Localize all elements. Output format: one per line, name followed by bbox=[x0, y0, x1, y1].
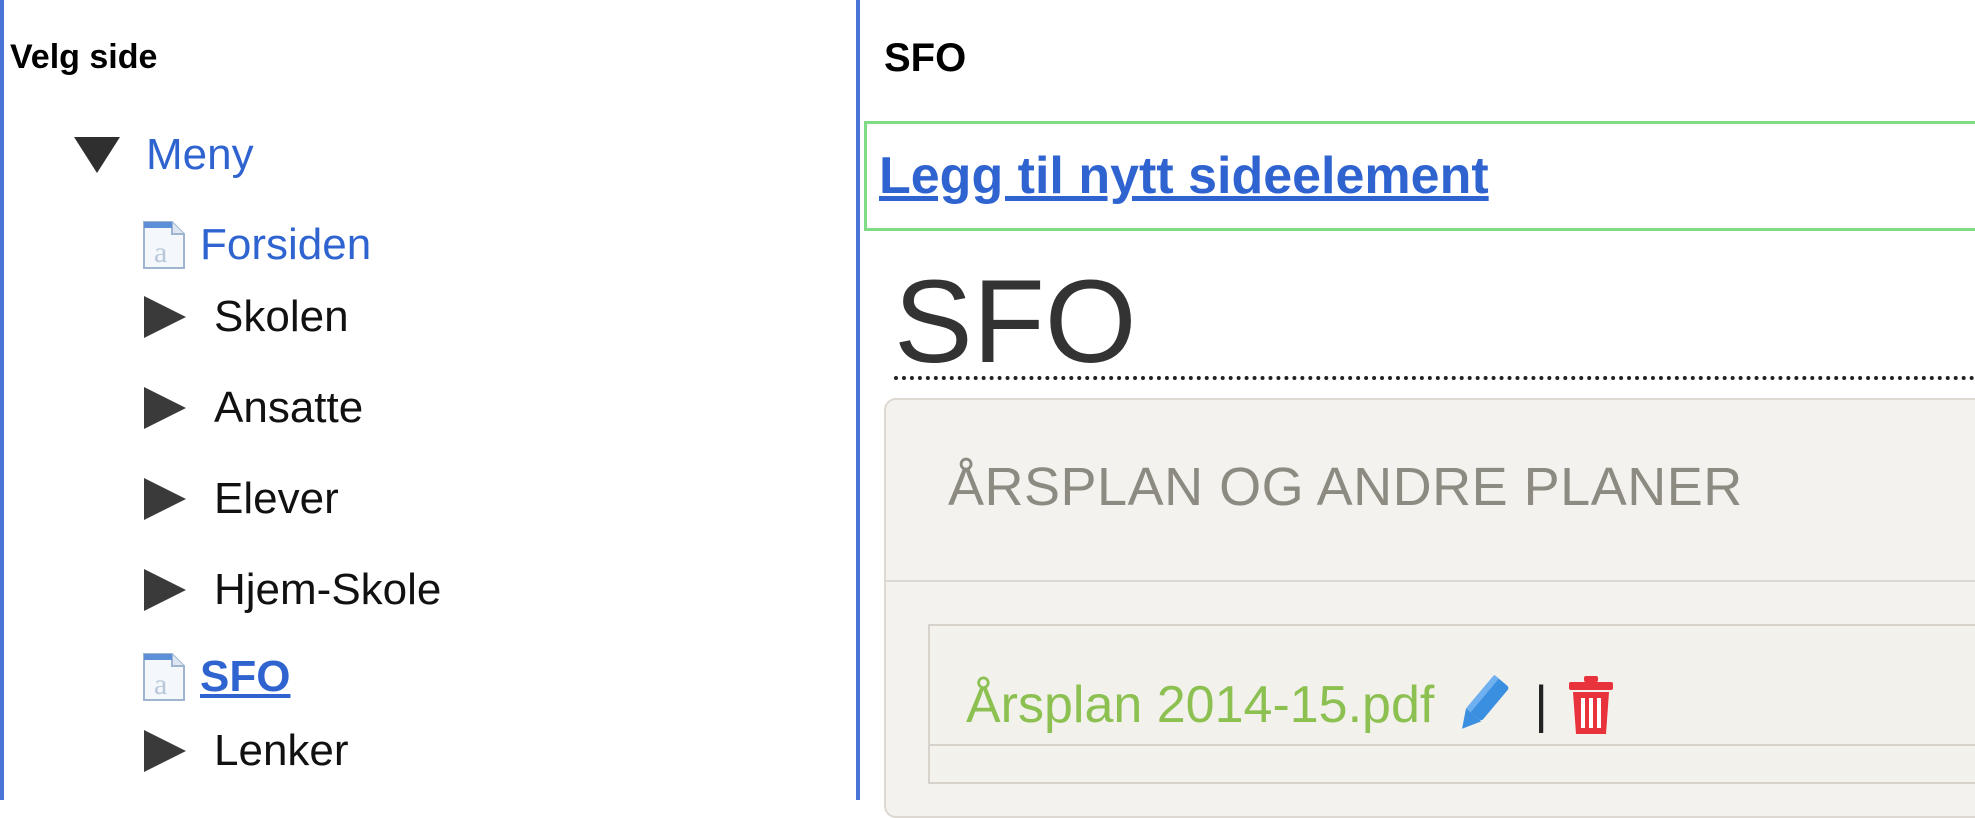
file-item-box: Årsplan 2014-15.pdf | bbox=[928, 624, 1975, 784]
tree-item-label[interactable]: Lenker bbox=[214, 726, 349, 776]
page-heading: SFO bbox=[894, 256, 1137, 388]
panel-title: Velg side bbox=[10, 38, 158, 76]
svg-text:a: a bbox=[154, 236, 167, 269]
file-row: Årsplan 2014-15.pdf | bbox=[966, 670, 1616, 740]
triangle-right-icon[interactable] bbox=[144, 730, 186, 772]
page-picker-panel: Velg side Meny a Forsiden Skolen Ansatte… bbox=[0, 0, 856, 800]
editor-title: SFO bbox=[884, 36, 967, 80]
triangle-right-icon[interactable] bbox=[144, 296, 186, 338]
tree-item-label[interactable]: Hjem-Skole bbox=[214, 565, 441, 615]
triangle-right-icon[interactable] bbox=[144, 478, 186, 520]
triangle-down-icon[interactable] bbox=[74, 137, 120, 173]
pencil-icon[interactable] bbox=[1452, 670, 1512, 740]
triangle-right-icon[interactable] bbox=[144, 387, 186, 429]
tree-item-elever[interactable]: Elever bbox=[144, 474, 339, 524]
file-link[interactable]: Årsplan 2014-15.pdf bbox=[966, 675, 1434, 735]
page-document-icon: a bbox=[142, 220, 186, 270]
tree-item-label[interactable]: Forsiden bbox=[200, 220, 371, 270]
tree-root-label[interactable]: Meny bbox=[146, 130, 254, 180]
tree-item-lenker[interactable]: Lenker bbox=[144, 726, 349, 776]
add-element-bar: Legg til nytt sideelement bbox=[864, 121, 1975, 231]
tree-item-ansatte[interactable]: Ansatte bbox=[144, 383, 363, 433]
tree-item-sfo[interactable]: a SFO bbox=[142, 652, 290, 702]
tree-item-skolen[interactable]: Skolen bbox=[144, 292, 349, 342]
section-panel: ÅRSPLAN OG ANDRE PLANER Årsplan 2014-15.… bbox=[884, 398, 1975, 818]
tree-item-label[interactable]: Skolen bbox=[214, 292, 349, 342]
page-document-icon: a bbox=[142, 652, 186, 702]
tree-root-meny[interactable]: Meny bbox=[74, 130, 254, 180]
tree-item-forsiden[interactable]: a Forsiden bbox=[142, 220, 371, 270]
svg-text:a: a bbox=[154, 668, 167, 701]
section-title: ÅRSPLAN OG ANDRE PLANER bbox=[948, 457, 1743, 517]
heading-divider bbox=[894, 376, 1975, 380]
triangle-right-icon[interactable] bbox=[144, 569, 186, 611]
tree-item-label[interactable]: Ansatte bbox=[214, 383, 363, 433]
trash-icon[interactable] bbox=[1566, 674, 1616, 736]
file-box-divider bbox=[930, 744, 1975, 746]
section-header: ÅRSPLAN OG ANDRE PLANER bbox=[886, 400, 1975, 582]
add-element-link[interactable]: Legg til nytt sideelement bbox=[879, 146, 1489, 206]
tree-item-hjem-skole[interactable]: Hjem-Skole bbox=[144, 565, 441, 615]
tree-item-label[interactable]: SFO bbox=[200, 652, 290, 702]
action-separator: | bbox=[1534, 676, 1548, 734]
page-editor-panel: SFO Legg til nytt sideelement SFO ÅRSPLA… bbox=[860, 0, 1975, 818]
tree-item-label[interactable]: Elever bbox=[214, 474, 339, 524]
